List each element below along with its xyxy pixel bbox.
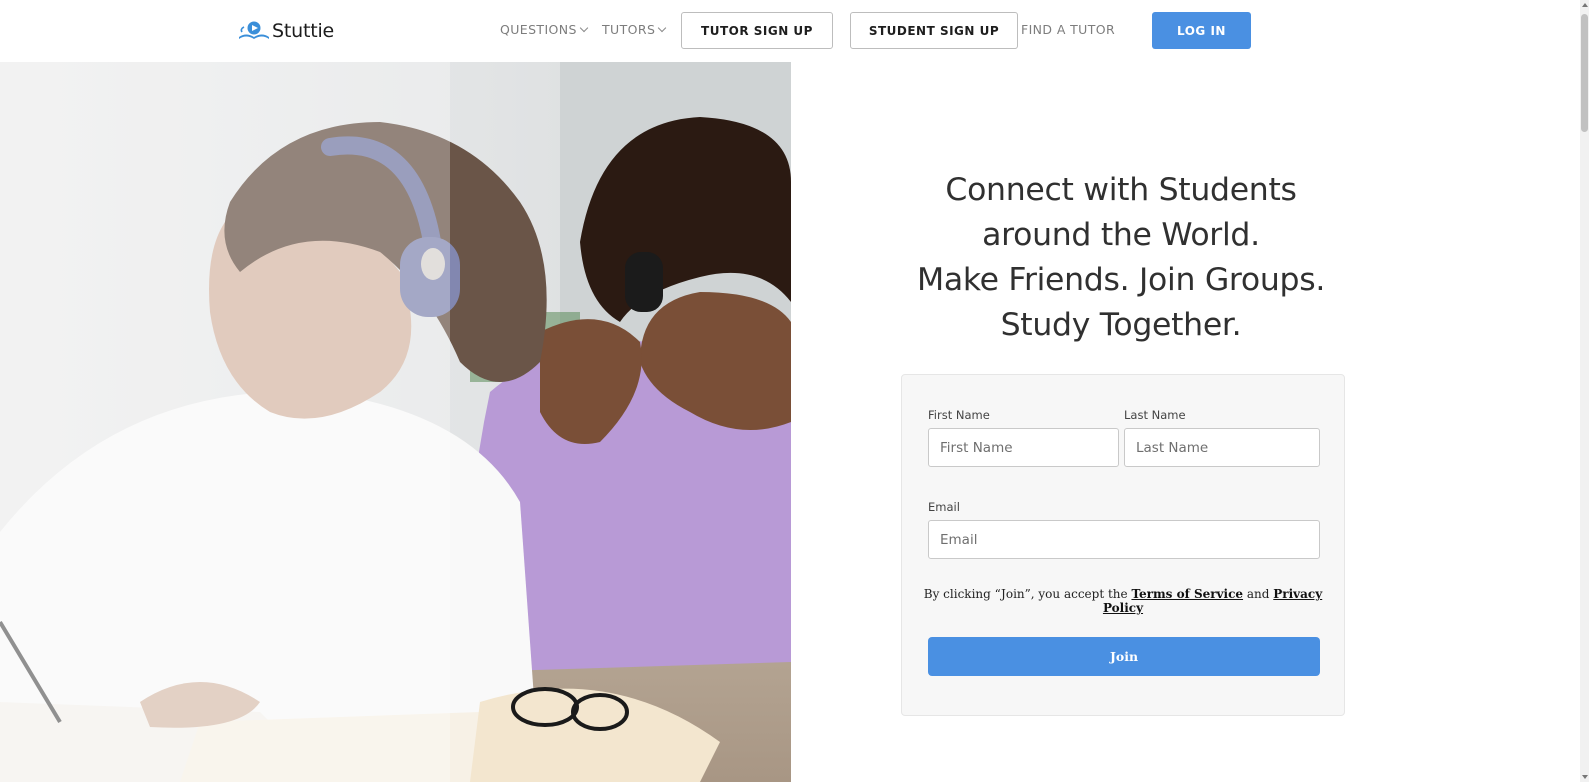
email-label: Email	[928, 500, 960, 514]
students-studying-illustration	[0, 62, 791, 782]
headline-line-3: Make Friends. Join Groups.	[916, 262, 1326, 298]
top-navigation-bar: Stuttie QUESTIONS TUTORS TUTOR SIGN UP S…	[0, 0, 1589, 62]
first-name-input[interactable]	[928, 428, 1119, 467]
chevron-down-icon	[579, 23, 589, 32]
book-play-icon	[239, 21, 269, 39]
terms-prefix: By clicking “Join”, you accept the	[923, 587, 1128, 601]
terms-and: and	[1246, 587, 1270, 601]
tutor-sign-up-button[interactable]: TUTOR SIGN UP	[681, 12, 833, 49]
last-name-label: Last Name	[1124, 408, 1186, 422]
email-input[interactable]	[928, 520, 1320, 559]
chevron-down-icon	[658, 23, 667, 32]
headline-line-2: around the World.	[982, 217, 1260, 253]
nav-questions-menu[interactable]: QUESTIONS	[500, 22, 589, 37]
nav-find-a-tutor-link[interactable]: FIND A TUTOR	[1021, 22, 1115, 37]
terms-notice: By clicking “Join”, you accept the Terms…	[902, 587, 1344, 615]
signup-form-card: First Name Last Name Email By clicking “…	[901, 374, 1345, 716]
stuttie-logo[interactable]: Stuttie	[237, 17, 334, 45]
brand-name: Stuttie	[272, 20, 335, 42]
nav-tutors-label: TUTORS	[602, 22, 656, 37]
join-button[interactable]: Join	[928, 637, 1320, 676]
scroll-down-arrow-icon[interactable]	[1581, 775, 1588, 779]
headline-line-4: Study Together.	[1000, 307, 1242, 343]
student-sign-up-button[interactable]: STUDENT SIGN UP	[850, 12, 1018, 49]
page-scrollbar[interactable]	[1580, 0, 1589, 782]
last-name-input[interactable]	[1124, 428, 1320, 467]
scroll-up-arrow-icon[interactable]	[1581, 3, 1588, 7]
nav-questions-label: QUESTIONS	[500, 22, 577, 37]
hero-headline: Connect with Students around the World. …	[891, 168, 1351, 348]
scrollbar-thumb[interactable]	[1581, 14, 1588, 132]
hero-photo	[0, 62, 791, 782]
log-in-button[interactable]: LOG IN	[1152, 12, 1251, 49]
nav-tutors-menu[interactable]: TUTORS	[602, 22, 667, 37]
headline-line-1: Connect with Students	[945, 172, 1297, 208]
first-name-label: First Name	[928, 408, 990, 422]
terms-of-service-link[interactable]: Terms of Service	[1131, 587, 1243, 601]
